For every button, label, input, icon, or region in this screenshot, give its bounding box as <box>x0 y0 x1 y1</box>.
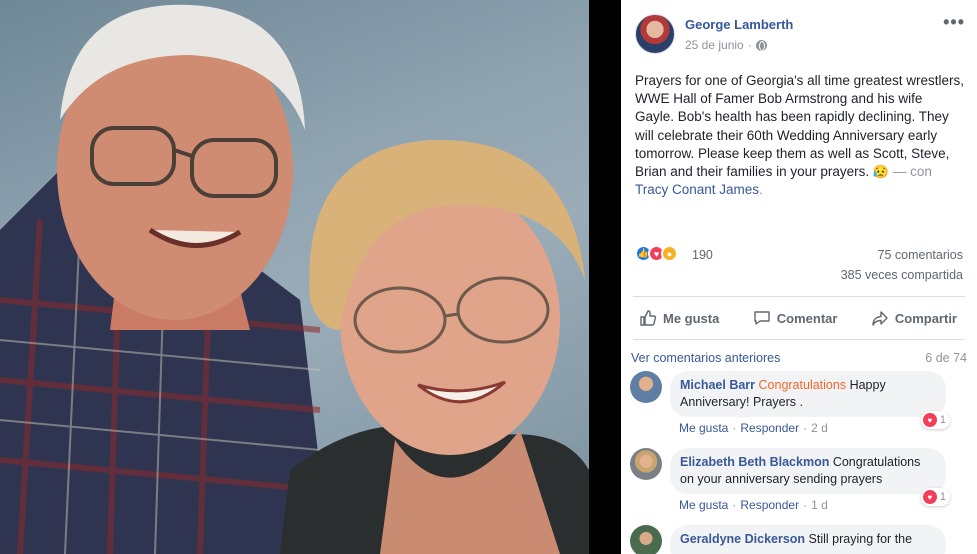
commenter-avatar[interactable] <box>630 448 662 480</box>
like-button[interactable]: Me gusta <box>639 309 719 327</box>
comment-like-link[interactable]: Me gusta <box>679 498 728 512</box>
separator: · <box>732 498 737 512</box>
post-date[interactable]: 25 de junio <box>685 38 744 52</box>
comment-item: Michael Barr Congratulations Happy Anniv… <box>630 371 966 443</box>
sad-emoji-icon: 😥 <box>872 164 890 180</box>
post-panel: George Lamberth 25 de junio · ••• Prayer… <box>621 0 977 554</box>
view-previous-comments-link[interactable]: Ver comentarios anteriores <box>631 351 780 365</box>
comments-pagination: 6 de 74 <box>925 351 967 365</box>
tagged-person-link[interactable]: Tracy Conant James <box>635 182 759 197</box>
comment-like-link[interactable]: Me gusta <box>679 421 728 435</box>
love-reaction-icon: ♥ <box>922 490 937 504</box>
comment-reaction-count: 1 <box>939 491 946 503</box>
post-photo[interactable] <box>0 0 589 554</box>
action-bar: Me gusta Comentar Compartir <box>633 296 965 340</box>
comment-button[interactable]: Comentar <box>753 309 838 327</box>
comments-count[interactable]: 75 comentarios <box>878 248 963 262</box>
share-button[interactable]: Compartir <box>871 309 957 327</box>
comment-reply-link[interactable]: Responder <box>740 421 799 435</box>
like-button-label: Me gusta <box>663 310 720 326</box>
share-arrow-icon <box>872 311 888 326</box>
separator: · <box>803 498 808 512</box>
author-avatar[interactable] <box>635 14 675 54</box>
comment-bubble: Geraldyne Dickerson Still praying for th… <box>670 525 946 554</box>
comment-keyword-link[interactable]: Congratulations <box>759 378 847 392</box>
reaction-icons[interactable]: 👍 ♥ ● <box>635 245 678 262</box>
commenter-name[interactable]: Geraldyne Dickerson <box>680 532 805 546</box>
post-header: George Lamberth 25 de junio · ••• <box>635 13 965 54</box>
post-meta: 25 de junio · <box>685 38 767 52</box>
comment-bubble: Elizabeth Beth Blackmon Congratulations … <box>670 448 946 494</box>
reaction-count[interactable]: 190 <box>692 248 713 262</box>
comment-reaction[interactable]: ♥ 1 <box>920 411 950 429</box>
reactions-summary: 👍 ♥ ● 190 75 comentarios 385 veces compa… <box>635 245 963 282</box>
photo-divider <box>589 0 621 554</box>
love-reaction-icon: ♥ <box>922 413 937 427</box>
commenter-name[interactable]: Michael Barr <box>680 378 755 392</box>
comment-time[interactable]: 2 d <box>811 421 828 435</box>
separator: · <box>803 421 808 435</box>
tag-end: . <box>759 182 763 198</box>
shares-count[interactable]: 385 veces compartida <box>841 268 963 282</box>
comments-header: Ver comentarios anteriores 6 de 74 <box>631 351 967 367</box>
comment-item: Geraldyne Dickerson Still praying for th… <box>630 525 966 554</box>
commenter-name[interactable]: Elizabeth Beth Blackmon <box>680 455 829 469</box>
separator: · <box>732 421 737 435</box>
author-name[interactable]: George Lamberth <box>685 17 793 32</box>
comment-item: Elizabeth Beth Blackmon Congratulations … <box>630 448 966 520</box>
meta-dot: · <box>747 38 752 52</box>
comment-reply-link[interactable]: Responder <box>740 498 799 512</box>
globe-icon[interactable] <box>755 39 767 51</box>
commenter-avatar[interactable] <box>630 371 662 403</box>
commenter-avatar[interactable] <box>630 525 662 554</box>
comment-actions: Me gusta · Responder · 2 d <box>679 421 828 435</box>
comment-text: Still praying for the <box>808 532 913 546</box>
share-button-label: Compartir <box>894 310 957 326</box>
more-options-icon[interactable]: ••• <box>943 13 965 31</box>
thumbs-up-icon <box>640 310 657 326</box>
comment-time[interactable]: 1 d <box>811 498 828 512</box>
couple-photo-illustration <box>0 4 589 554</box>
comment-bubble: Michael Barr Congratulations Happy Anniv… <box>670 371 946 417</box>
comment-reaction-count: 1 <box>939 414 946 426</box>
comment-icon <box>754 311 770 325</box>
comment-actions: Me gusta · Responder · 1 d <box>679 498 828 512</box>
with-label: — con <box>892 164 932 180</box>
care-reaction-icon: ● <box>661 245 678 262</box>
post-body: Prayers for one of Georgia's all time gr… <box>635 72 965 199</box>
comment-button-label: Comentar <box>776 310 838 326</box>
comment-reaction[interactable]: ♥ 1 <box>920 488 950 506</box>
